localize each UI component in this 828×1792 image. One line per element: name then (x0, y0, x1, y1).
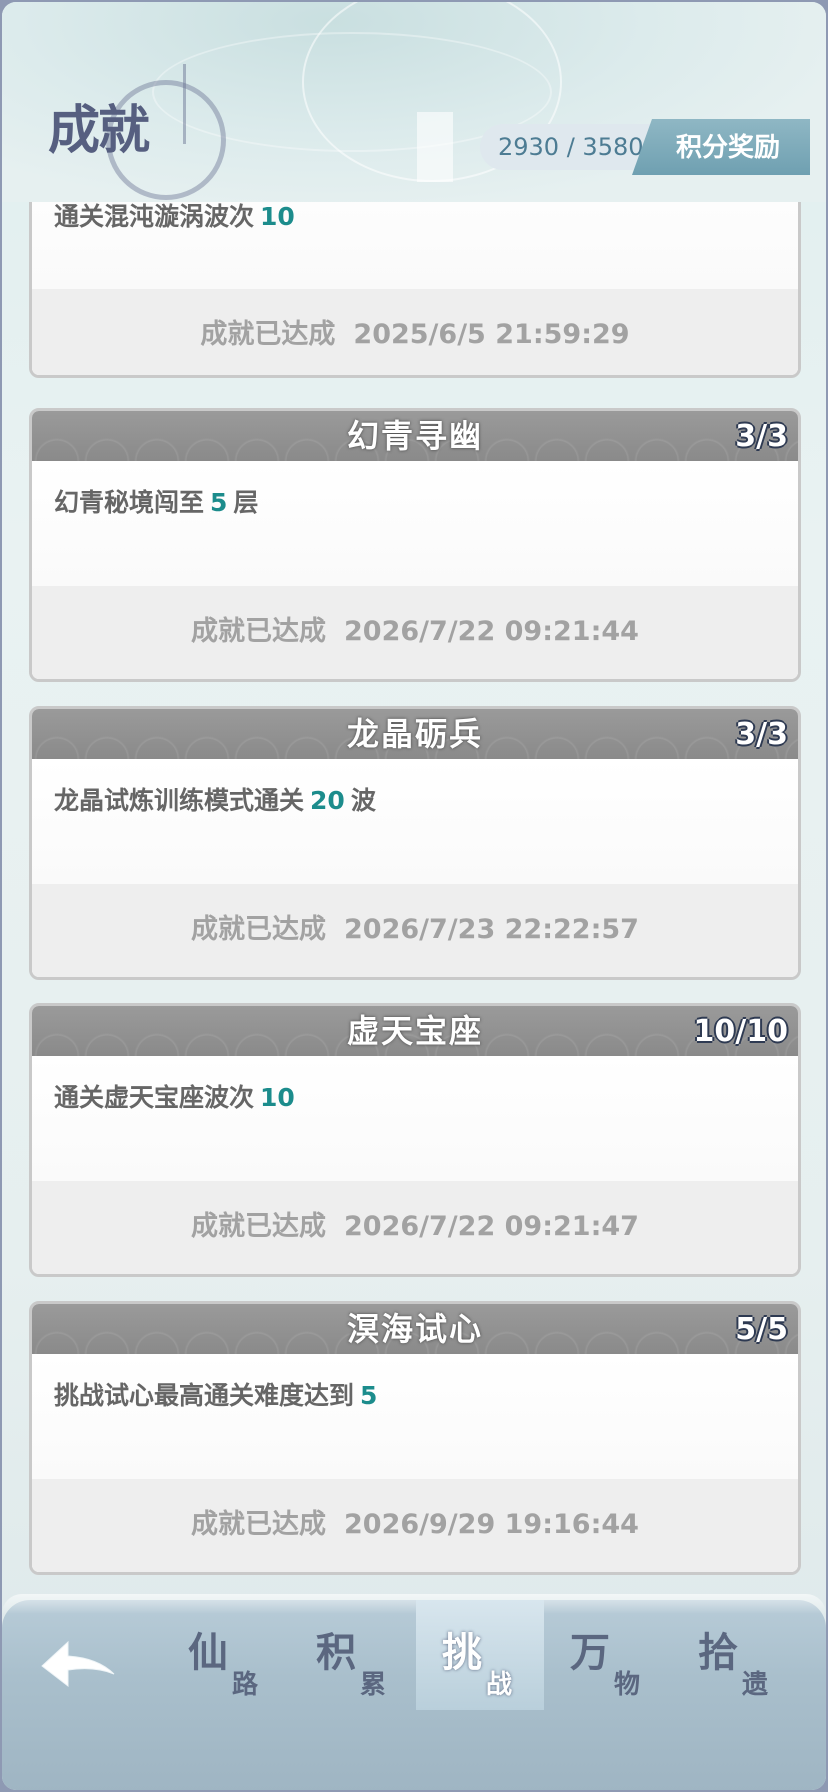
status-text: 成就已达成 (191, 1509, 327, 1540)
description-value: 10 (260, 202, 295, 231)
achievement-title: 虚天宝座 (346, 1012, 483, 1050)
status-text: 成就已达成 (191, 616, 327, 647)
tab-label-sub: 路 (232, 1670, 259, 1700)
achievement-card: 虚天宝座 10/10 通关虚天宝座波次 10 成就已达成 2026/7/22 09:… (29, 1003, 801, 1277)
completion-time: 2025/6/5 21:59:29 (353, 319, 630, 350)
achievement-title: 溟海试心 (346, 1310, 483, 1348)
achievement-progress: 3/3 (735, 419, 788, 454)
pavilion-decoration (417, 112, 453, 182)
description-unit: 波 (350, 786, 376, 815)
tab-tiaozhan[interactable]: 挑 战 (416, 1600, 544, 1710)
description-text: 幻青秘境闯至 (54, 488, 205, 517)
achievement-title: 龙晶砺兵 (346, 715, 483, 753)
achievement-card-header: 虚天宝座 10/10 (32, 1006, 798, 1056)
page-title: 成就 (48, 100, 150, 161)
description-value: 5 (360, 1381, 378, 1410)
achievement-card-header: 溟海试心 5/5 (32, 1304, 798, 1354)
achievement-screen: 通关混沌漩涡波次 10 成就已达成 2025/6/5 21:59:29 幻青寻幽 3… (2, 2, 826, 1790)
achievement-card: 龙晶砺兵 3/3 龙晶试炼训练模式通关 20 波 成就已达成 2026/7/23 22… (29, 706, 801, 980)
completion-time: 2026/7/23 22:22:57 (344, 914, 639, 945)
description-text: 挑战试心最高通关难度达到 (54, 1381, 355, 1410)
achievement-card-header: 龙晶砺兵 3/3 (32, 709, 798, 759)
tab-label-sub: 累 (360, 1670, 387, 1700)
completion-time: 2026/7/22 09:21:44 (344, 616, 639, 647)
description-value: 10 (260, 1083, 295, 1112)
description-text: 通关混沌漩涡波次 (54, 202, 255, 231)
status-text: 成就已达成 (200, 319, 336, 350)
achievement-progress: 5/5 (735, 1312, 788, 1347)
completion-time: 2026/7/22 09:21:47 (344, 1211, 639, 1242)
achievement-status: 成就已达成 2026/7/22 09:21:47 (32, 1181, 798, 1274)
status-text: 成就已达成 (191, 914, 327, 945)
tab-label-sub: 物 (614, 1670, 641, 1700)
achievement-description: 通关虚天宝座波次 10 (32, 1056, 798, 1181)
achievement-status: 成就已达成 2025/6/5 21:59:29 (32, 289, 798, 375)
achievement-card: 幻青寻幽 3/3 幻青秘境闯至 5 层 成就已达成 2026/7/22 09:21:4… (29, 408, 801, 682)
tab-label-main: 拾 (698, 1629, 738, 1676)
completion-time: 2026/9/29 19:16:44 (344, 1509, 639, 1540)
tab-label-sub: 遗 (742, 1670, 769, 1700)
achievement-status: 成就已达成 2026/9/29 19:16:44 (32, 1479, 798, 1572)
tab-label-main: 挑 (442, 1629, 482, 1676)
page-title-badge: 成就 (48, 64, 226, 200)
achievement-description: 龙晶试炼训练模式通关 20 波 (32, 759, 798, 884)
bottom-nav: 仙 路 积 累 挑 战 万 物 拾 遗 (2, 1594, 826, 1790)
description-unit: 层 (233, 488, 259, 517)
description-value: 5 (210, 488, 228, 517)
tab-xianlu[interactable]: 仙 路 (162, 1600, 290, 1710)
tab-label-main: 万 (570, 1629, 610, 1676)
header: 成就 2930 / 3580 积分奖励 (2, 2, 826, 202)
description-value: 20 (310, 786, 345, 815)
tab-label-main: 积 (316, 1629, 356, 1676)
tab-shiyi[interactable]: 拾 遗 (672, 1600, 800, 1710)
achievement-description: 挑战试心最高通关难度达到 5 (32, 1354, 798, 1479)
achievement-progress: 3/3 (735, 717, 788, 752)
title-line-decoration (183, 64, 186, 144)
back-button[interactable] (38, 1636, 118, 1696)
score-counter: 2930 / 3580 (480, 124, 650, 170)
description-text: 通关虚天宝座波次 (54, 1083, 255, 1112)
achievement-card: 溟海试心 5/5 挑战试心最高通关难度达到 5 成就已达成 2026/9/29 19… (29, 1301, 801, 1575)
achievement-progress: 10/10 (693, 1014, 788, 1049)
description-text: 龙晶试炼训练模式通关 (54, 786, 305, 815)
tab-label-sub: 战 (486, 1670, 513, 1700)
achievement-card-header: 幻青寻幽 3/3 (32, 411, 798, 461)
status-text: 成就已达成 (191, 1211, 327, 1242)
achievement-title: 幻青寻幽 (346, 417, 483, 455)
tab-wanwu[interactable]: 万 物 (544, 1600, 672, 1710)
achievement-status: 成就已达成 2026/7/23 22:22:57 (32, 884, 798, 977)
back-arrow-icon (41, 1640, 115, 1688)
points-reward-button[interactable]: 积分奖励 (632, 119, 810, 175)
achievement-status: 成就已达成 2026/7/22 09:21:44 (32, 586, 798, 679)
tab-label-main: 仙 (188, 1629, 228, 1676)
tab-jilei[interactable]: 积 累 (290, 1600, 418, 1710)
achievement-description: 幻青秘境闯至 5 层 (32, 461, 798, 586)
